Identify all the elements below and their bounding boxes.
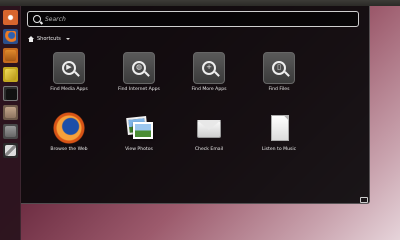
dash-panel: Shortcuts ▶ Find Media Apps ◍ Find Inter… <box>21 6 370 204</box>
lens-label: Find Internet Apps <box>118 87 160 92</box>
bfb-icon <box>5 12 16 23</box>
shortcut-label: Browse the Web <box>50 147 88 152</box>
shortcut-browse-web[interactable]: Browse the Web <box>39 110 99 158</box>
photos-icon <box>123 112 155 144</box>
firefox-icon <box>53 112 85 144</box>
launcher-document[interactable] <box>3 124 18 139</box>
home-folder-icon <box>5 50 16 61</box>
launcher-firefox[interactable] <box>3 29 18 44</box>
launcher-home-folder[interactable] <box>3 48 18 63</box>
shortcut-label: View Photos <box>125 147 153 152</box>
lens-more-apps[interactable]: + Find More Apps <box>179 50 239 98</box>
document-icon <box>5 126 16 137</box>
tools-icon <box>5 145 16 156</box>
shortcut-label: Listen to Music <box>261 147 297 152</box>
media-lens-icon: ▶ <box>53 52 85 84</box>
firefox-icon <box>5 31 16 42</box>
files-lens-icon: ▯ <box>263 52 295 84</box>
shortcut-label: Check Email <box>194 147 224 152</box>
search-box[interactable] <box>27 11 359 27</box>
launcher-terminal[interactable] <box>3 86 18 101</box>
section-header[interactable]: Shortcuts <box>28 34 70 44</box>
home-icon <box>28 36 34 42</box>
shortcut-view-photos[interactable]: View Photos <box>109 110 169 158</box>
terminal-icon <box>6 89 17 100</box>
mail-icon <box>193 112 225 144</box>
launcher <box>0 6 21 240</box>
lens-internet-apps[interactable]: ◍ Find Internet Apps <box>109 50 169 98</box>
chevron-down-icon[interactable] <box>65 38 70 40</box>
launcher-text-editor[interactable] <box>3 67 18 82</box>
launcher-files[interactable] <box>3 105 18 120</box>
music-icon <box>263 112 295 144</box>
files-icon <box>5 107 16 118</box>
more-apps-lens-icon: + <box>193 52 225 84</box>
shortcut-listen-music[interactable]: Listen to Music <box>249 110 309 158</box>
lens-label: Find Media Apps <box>50 87 88 92</box>
search-input[interactable] <box>45 13 345 25</box>
text-editor-icon <box>5 69 16 80</box>
dash-home-button[interactable] <box>3 10 18 25</box>
launcher-tools[interactable] <box>3 143 18 158</box>
shortcut-check-email[interactable]: Check Email <box>179 110 239 158</box>
dash-resize-handle[interactable] <box>360 197 368 203</box>
internet-lens-icon: ◍ <box>123 52 155 84</box>
search-icon <box>33 15 41 23</box>
lens-label: Find Files <box>268 87 290 92</box>
lens-media-apps[interactable]: ▶ Find Media Apps <box>39 50 99 98</box>
section-title: Shortcuts <box>37 36 61 42</box>
lens-label: Find More Apps <box>191 87 227 92</box>
lens-files[interactable]: ▯ Find Files <box>249 50 309 98</box>
